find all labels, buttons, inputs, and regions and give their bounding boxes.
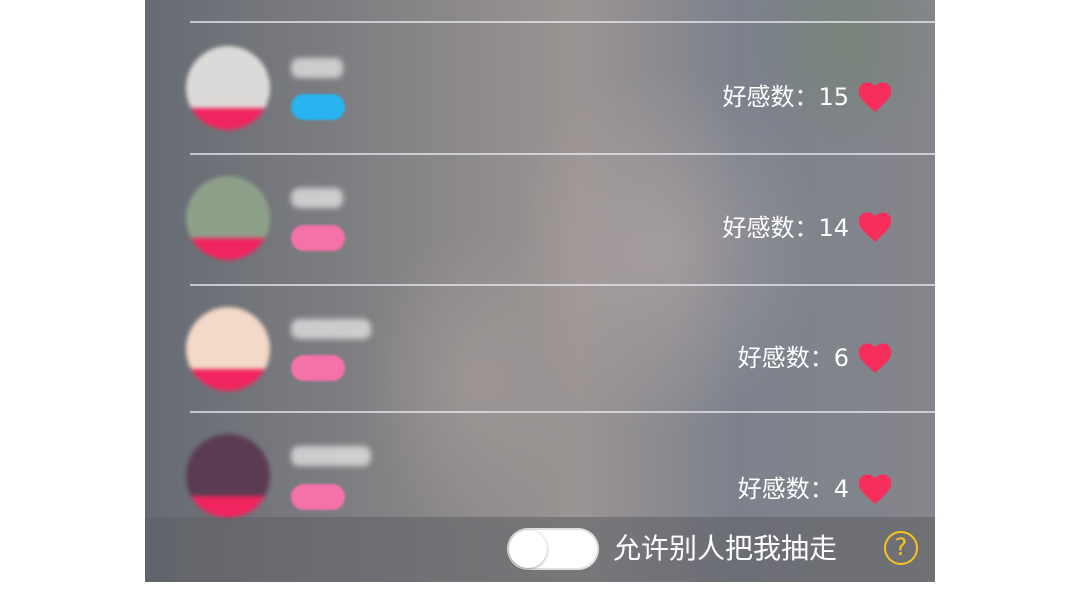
avatar[interactable]: [186, 176, 270, 260]
allow-draw-toggle[interactable]: [507, 528, 599, 570]
favor-count: 好感数：6: [737, 344, 849, 372]
favor-count: 好感数：4: [737, 475, 849, 503]
level-badge: [291, 225, 345, 251]
avatar[interactable]: [186, 307, 270, 391]
avatar[interactable]: [186, 434, 270, 518]
heart-icon: [858, 212, 892, 242]
favorability-list-screen: 好感数：15 好感数：14 好感数：6 好感数：4 允许别人把我抽走 ?: [145, 0, 935, 582]
heart-icon: [858, 82, 892, 112]
toggle-knob[interactable]: [509, 530, 547, 568]
heart-icon: [858, 474, 892, 504]
favor-count: 好感数：14: [722, 214, 849, 242]
user-name-blurred: [291, 446, 371, 466]
level-badge: [291, 94, 345, 120]
footer-bar: 允许别人把我抽走 ?: [145, 517, 935, 582]
avatar[interactable]: [186, 46, 270, 130]
list-item[interactable]: 好感数：6: [145, 285, 935, 411]
list-item[interactable]: 好感数：4: [145, 412, 935, 518]
user-name-blurred: [291, 58, 343, 78]
level-badge: [291, 355, 345, 381]
question-circle-icon[interactable]: ?: [884, 531, 918, 565]
level-badge: [291, 484, 345, 510]
favor-count: 好感数：15: [722, 83, 849, 111]
user-name-blurred: [291, 188, 343, 208]
user-name-blurred: [291, 319, 371, 339]
heart-icon: [858, 343, 892, 373]
list-item[interactable]: 好感数：14: [145, 154, 935, 284]
list-item[interactable]: 好感数：15: [145, 22, 935, 153]
allow-draw-label: 允许别人把我抽走: [613, 532, 838, 565]
